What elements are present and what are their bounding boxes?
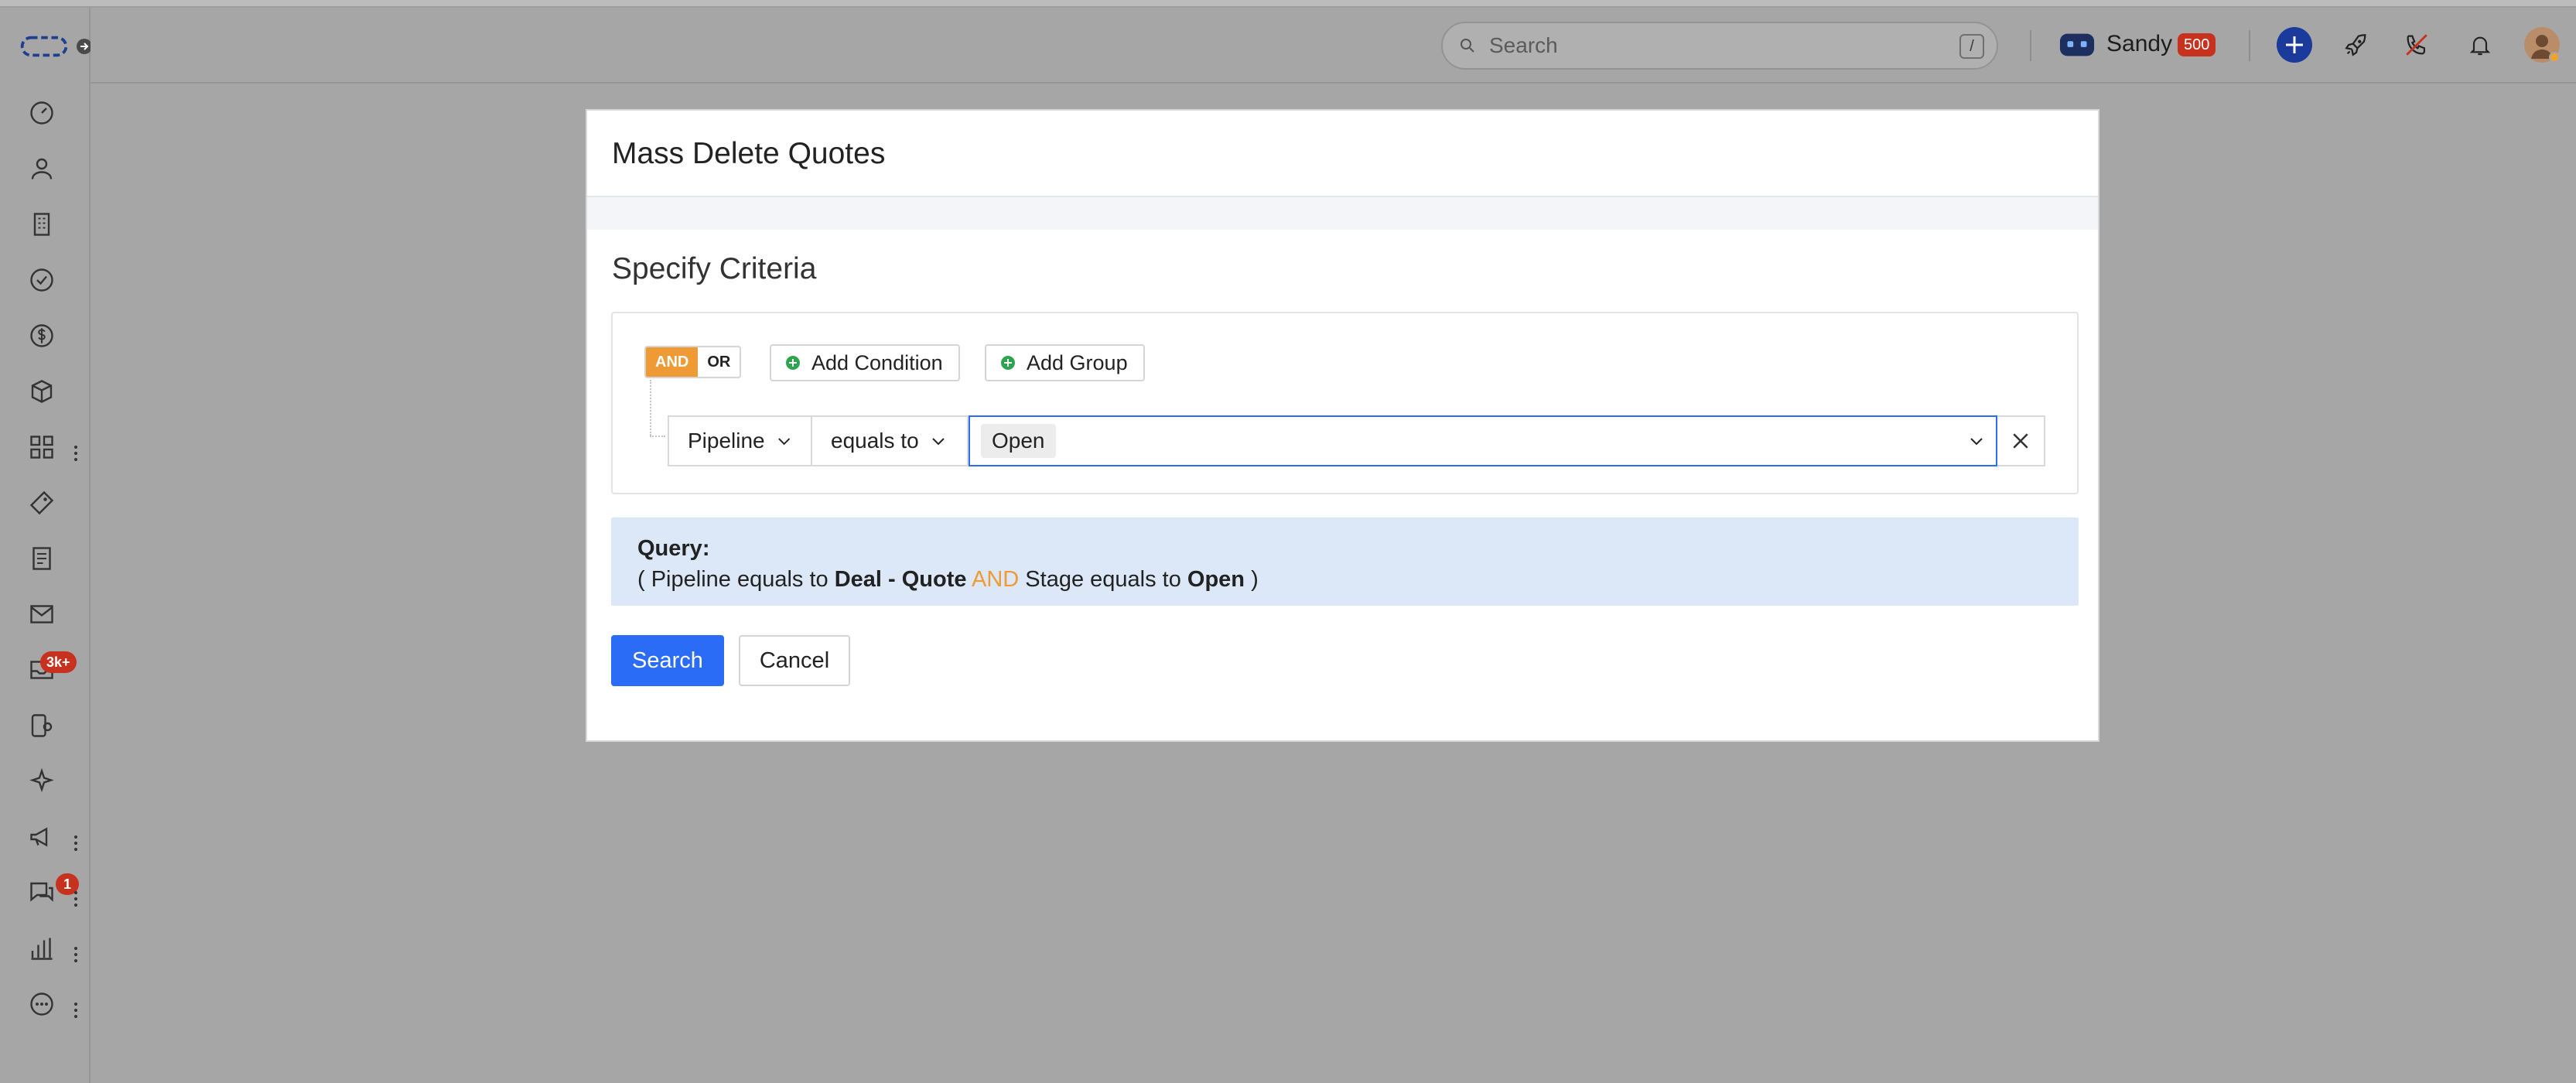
quotes-icon[interactable] (26, 543, 57, 574)
modal-title: Mass Delete Quotes (612, 137, 886, 170)
more-options-icon[interactable] (26, 989, 57, 1020)
user-avatar[interactable] (2523, 26, 2561, 63)
field-select[interactable]: Pipeline (668, 415, 812, 466)
sparkle-ai-icon[interactable] (26, 766, 57, 797)
apps-more-icon[interactable] (70, 438, 82, 469)
operator-select[interactable]: equals to (812, 415, 969, 466)
phone-off-icon[interactable] (2398, 26, 2435, 63)
chevron-down-icon (777, 438, 790, 446)
query-expression: ( Pipeline equals to Deal - Quote AND St… (637, 564, 2052, 595)
chat-icon[interactable] (26, 877, 57, 908)
tree-connector-branch (650, 436, 665, 437)
browser-top-bar (0, 0, 2576, 8)
search-icon (1461, 39, 1474, 53)
credits-badge: 500 (2178, 33, 2216, 56)
query-text: ( Pipeline equals to (637, 567, 835, 592)
apps-grid-icon[interactable] (26, 432, 57, 463)
more-kebab-icon[interactable] (70, 995, 82, 1026)
header-divider-2 (2249, 30, 2250, 61)
tree-connector (650, 380, 651, 436)
contacts-icon[interactable] (26, 153, 57, 184)
phone-device-icon[interactable] (26, 710, 57, 741)
global-search-input[interactable]: Search / (1441, 22, 1998, 70)
user-name[interactable]: Sandy (2106, 31, 2172, 57)
deals-icon[interactable] (26, 320, 57, 351)
search-button[interactable]: Search (611, 635, 724, 686)
query-text: ) (1245, 567, 1259, 592)
remove-condition-button[interactable] (1997, 415, 2045, 466)
criteria-builder: AND OR Add Condition Add Group Pipeline … (611, 312, 2079, 494)
modal-header-divider (587, 196, 2098, 230)
search-shortcut-key: / (1959, 34, 1984, 59)
campaigns-more-icon[interactable] (70, 828, 82, 859)
app-logo-icon[interactable] (19, 31, 70, 62)
dashboard-icon[interactable] (26, 97, 57, 128)
add-condition-button[interactable]: Add Condition (770, 344, 960, 381)
tasks-icon[interactable] (26, 265, 57, 296)
query-preview: Query: ( Pipeline equals to Deal - Quote… (611, 518, 2079, 606)
search-placeholder: Search (1489, 33, 1558, 57)
notifications-bell-icon[interactable] (2462, 26, 2499, 63)
add-circle-icon (1001, 356, 1015, 370)
megaphone-icon[interactable] (26, 822, 57, 852)
query-text: Stage equals to (1019, 567, 1187, 592)
or-toggle-button[interactable]: OR (698, 347, 740, 377)
query-pipeline-value: Deal - Quote (834, 567, 967, 592)
cancel-button[interactable]: Cancel (739, 635, 850, 686)
mail-icon[interactable] (26, 599, 57, 630)
inbox-count-badge: 3k+ (40, 651, 77, 673)
sidebar: 3k+ 1 (0, 8, 92, 1083)
query-stage-value: Open (1187, 567, 1245, 592)
close-icon (2013, 433, 2028, 449)
query-connector: AND (972, 567, 1020, 592)
field-select-value: Pipeline (688, 429, 765, 453)
rocket-icon[interactable] (2338, 26, 2375, 63)
tag-icon[interactable] (26, 487, 57, 518)
mass-delete-modal: Mass Delete Quotes Specify Criteria AND … (586, 109, 2099, 742)
reports-more-icon[interactable] (70, 939, 82, 970)
condition-row: Pipeline equals to Open (668, 415, 2045, 466)
reports-icon[interactable] (26, 933, 57, 964)
add-condition-label: Add Condition (811, 350, 943, 374)
section-title: Specify Criteria (612, 252, 817, 285)
and-toggle-button[interactable]: AND (646, 347, 699, 377)
add-group-label: Add Group (1027, 350, 1128, 374)
header-divider (2030, 30, 2031, 61)
value-chip[interactable]: Open (981, 424, 1056, 458)
query-label: Query: (637, 536, 710, 561)
add-new-icon[interactable] (2276, 26, 2313, 63)
add-circle-icon (786, 356, 800, 370)
value-multiselect[interactable]: Open (969, 415, 1997, 466)
chevron-down-icon (931, 438, 945, 446)
add-group-button[interactable]: Add Group (985, 344, 1145, 381)
chevron-down-icon (1970, 438, 1983, 446)
bot-avatar-icon[interactable] (2058, 26, 2096, 63)
products-icon[interactable] (26, 376, 57, 407)
logic-toggle: AND OR (644, 346, 742, 378)
operator-select-value: equals to (831, 429, 919, 453)
chat-more-icon[interactable] (70, 883, 82, 914)
accounts-icon[interactable] (26, 209, 57, 240)
